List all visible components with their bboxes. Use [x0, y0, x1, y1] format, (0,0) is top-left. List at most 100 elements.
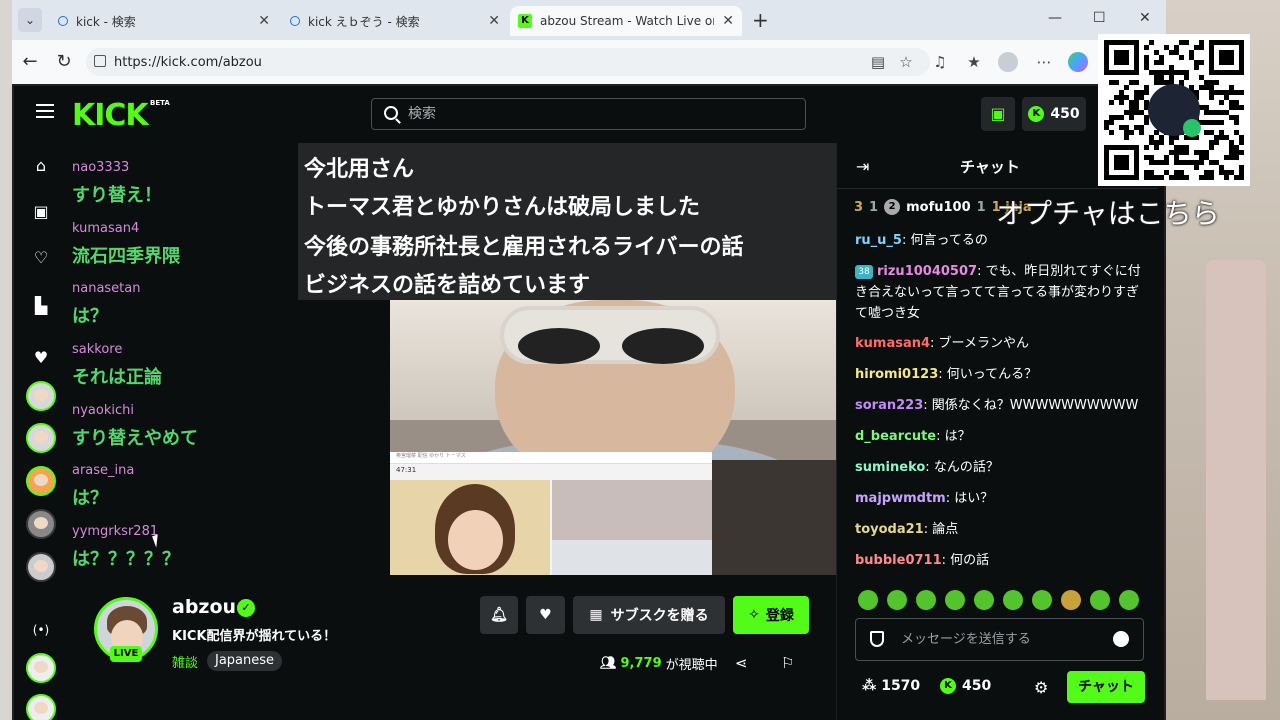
followed-channel-avatar[interactable]: [26, 423, 56, 453]
emote-icon[interactable]: [858, 590, 878, 610]
back-icon[interactable]: ←: [18, 50, 42, 74]
chat-text: はい？: [954, 491, 994, 506]
follow-label: 登録: [765, 608, 794, 624]
kick-logo[interactable]: KICK: [72, 98, 149, 133]
follow-button[interactable]: ✧ 登録: [733, 596, 809, 634]
gifter-user[interactable]: mofu100: [906, 200, 971, 215]
followed-channel-avatar[interactable]: [26, 381, 56, 411]
chat-message: hiromi0123: 何いってんる？: [855, 367, 1038, 382]
qr-code: [1098, 34, 1250, 186]
emote-icon[interactable]: [1032, 590, 1052, 610]
more-menu-icon[interactable]: ⋯: [1034, 52, 1054, 72]
search-icon: [384, 106, 398, 120]
overlay-chat-user: nao3333: [72, 160, 130, 175]
leaderboard-icon[interactable]: ▙: [31, 296, 51, 316]
chat-username[interactable]: soran223: [855, 398, 923, 413]
kick-favicon-icon: K: [518, 14, 532, 28]
kicks-balance-button[interactable]: K 450: [1022, 97, 1086, 131]
chat-title: チャット: [960, 158, 1020, 176]
clip-icon[interactable]: ⚐: [781, 654, 794, 672]
chat-username[interactable]: toyoda21: [855, 522, 924, 537]
browse-icon[interactable]: ▣: [31, 202, 51, 222]
overlay-chat-message: すり替えやめて: [72, 428, 198, 449]
favorite-heart-button[interactable]: ♥: [526, 596, 565, 634]
chat-text: ブーメランやん: [938, 336, 1030, 351]
qr-label: オプチャはこちら: [996, 197, 1220, 230]
stream-category[interactable]: 雑談: [172, 652, 198, 671]
close-icon[interactable]: ✕: [258, 13, 270, 29]
minimize-button[interactable]: —: [1048, 10, 1062, 26]
emote-icon[interactable]: [1061, 590, 1081, 610]
close-icon[interactable]: ✕: [488, 13, 500, 29]
media-icon[interactable]: ♫: [930, 52, 950, 72]
screenshot-photo: [552, 480, 712, 540]
chat-message: 38 rizu10040507: でも、昨日別れてすぐに付き合えないって言ってて言…: [855, 264, 1141, 321]
emote-icon[interactable]: [1119, 590, 1139, 610]
heart-icon: ♥: [539, 607, 552, 623]
shared-image: [712, 460, 836, 575]
home-icon[interactable]: ⌂: [31, 156, 51, 176]
menu-icon[interactable]: [36, 104, 54, 120]
emote-icon[interactable]: [974, 590, 994, 610]
gift-icon[interactable]: ▣: [981, 97, 1015, 131]
emote-icon[interactable]: [916, 590, 936, 610]
chat-username[interactable]: d_bearcute: [855, 429, 936, 444]
chat-message: d_bearcute: は？: [855, 429, 971, 444]
refresh-icon[interactable]: ↻: [52, 50, 76, 74]
chat-username[interactable]: ru_u_5: [855, 233, 902, 248]
video-player[interactable]: 奥宮瑠菜 配信 ゆかり トーマス 47:31: [390, 300, 836, 575]
new-tab-button[interactable]: +: [752, 8, 769, 32]
emote-icon[interactable]: [1003, 590, 1023, 610]
bell-icon: 🔔︎: [490, 607, 508, 623]
tab-search-2[interactable]: kick えｂぞう - 検索 ✕: [282, 6, 508, 36]
tab-title: kick - 検索: [76, 14, 136, 29]
chat-text: 論点: [932, 522, 959, 537]
url-field[interactable]: https://kick.com/abzou: [86, 48, 930, 76]
notification-bell-button[interactable]: 🔔︎: [480, 596, 518, 634]
recommended-channel-avatar[interactable]: [26, 694, 56, 720]
profile-avatar-icon[interactable]: [998, 52, 1018, 72]
followed-channel-avatar[interactable]: [26, 552, 56, 582]
chat-message: soran223: 関係なくね？WWWWWWWWWW: [855, 398, 1139, 413]
tab-list-button[interactable]: ⌄: [18, 8, 42, 32]
language-tag[interactable]: Japanese: [207, 651, 283, 671]
chat-username[interactable]: hiromi0123: [855, 367, 938, 382]
stream-title: KICK配信界が揺れている！: [172, 629, 337, 644]
reader-mode-icon[interactable]: ▤: [868, 52, 888, 72]
send-chat-button[interactable]: チャット: [1067, 671, 1145, 703]
gear-icon[interactable]: ⚙: [1034, 678, 1048, 697]
gift-subscription-button[interactable]: ▦ サブスクを贈る: [573, 596, 725, 634]
following-heart-icon[interactable]: ♡: [31, 248, 51, 268]
chat-message-input[interactable]: メッセージを送信する: [855, 618, 1144, 661]
live-broadcast-icon[interactable]: (•): [31, 620, 51, 640]
share-icon[interactable]: ⋖: [735, 654, 748, 672]
chat-username[interactable]: bubble0711: [855, 553, 942, 568]
followed-channel-avatar[interactable]: [26, 509, 56, 539]
beta-badge: BETA: [150, 99, 170, 107]
search-input[interactable]: 検索: [371, 98, 806, 130]
qr-code-image: [1104, 40, 1244, 180]
emote-icon[interactable]: [945, 590, 965, 610]
tab-search-1[interactable]: kick - 検索 ✕: [50, 6, 278, 36]
favorites-icon[interactable]: ★: [964, 52, 984, 72]
copilot-icon[interactable]: [1068, 52, 1088, 72]
followed-channel-avatar[interactable]: [26, 466, 56, 496]
chat-username[interactable]: majpwmdtm: [855, 491, 946, 506]
maximize-button[interactable]: ☐: [1093, 10, 1106, 26]
chat-username[interactable]: sumineko: [855, 460, 925, 475]
favorite-star-icon[interactable]: ☆: [896, 52, 916, 72]
chat-username[interactable]: rizu10040507: [877, 264, 977, 279]
viewers-label: が視聴中: [665, 658, 718, 673]
collapse-chat-icon[interactable]: ⇥: [856, 157, 869, 176]
emote-icon[interactable]: [887, 590, 907, 610]
streamer-name[interactable]: abzou: [172, 596, 236, 618]
gifter-badge-icon: 2: [884, 199, 901, 215]
tab-kick-stream[interactable]: K abzou Stream - Watch Live on Kick ✕: [510, 6, 742, 36]
close-window-button[interactable]: ✕: [1139, 10, 1151, 26]
emote-icon[interactable]: [1090, 590, 1110, 610]
chat-username[interactable]: kumasan4: [855, 336, 930, 351]
recommended-channel-avatar[interactable]: [26, 653, 56, 683]
close-icon[interactable]: ✕: [722, 13, 734, 29]
overlay-chat-user: arase_ina: [72, 463, 135, 478]
emoji-icon[interactable]: [1113, 631, 1129, 647]
